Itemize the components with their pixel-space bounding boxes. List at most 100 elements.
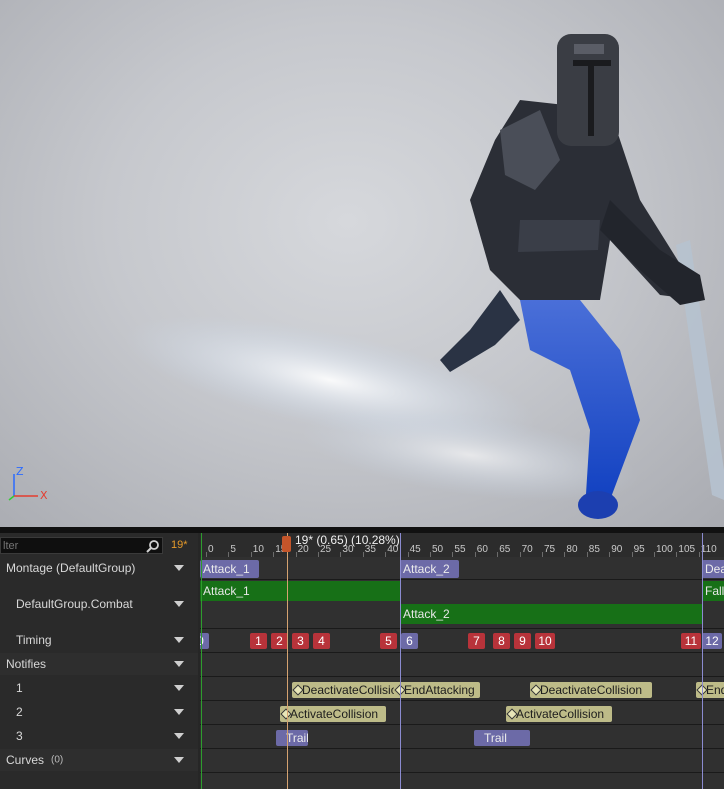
ruler-tick-label: 65: [499, 544, 511, 555]
notify-label: ActivateCollision: [290, 707, 379, 721]
ruler-tick: [631, 552, 633, 557]
ruler-tick-label: 80: [566, 544, 578, 555]
notify-activate-collision[interactable]: ActivateCollision: [506, 706, 612, 722]
timing-marker[interactable]: 5: [380, 633, 397, 649]
timing-marker[interactable]: 9: [514, 633, 531, 649]
search-icon[interactable]: [146, 539, 160, 553]
timing-marker[interactable]: 6: [401, 633, 418, 649]
ruler-tick-label: 70: [521, 544, 533, 555]
ruler-tick-label: 85: [588, 544, 600, 555]
notify-state-trail[interactable]: Trail: [474, 730, 530, 746]
timeline-tracks[interactable]: 0 5 10 15 20 25 30 35 40 45 50 55 60 65 70 75 80 85 90 95 10…: [200, 533, 724, 789]
axis-x-label: X: [40, 489, 48, 502]
section-boundary-line: [702, 533, 703, 789]
row-curves[interactable]: Curves (0): [0, 749, 198, 771]
row-timing[interactable]: Timing: [0, 629, 198, 651]
montage-section[interactable]: Dea: [702, 560, 724, 578]
slot-segment[interactable]: Fall: [702, 581, 724, 601]
chevron-down-icon[interactable]: [174, 709, 184, 715]
row-curves-label: Curves: [6, 753, 45, 767]
ruler-tick: [497, 552, 499, 557]
row-divider: [200, 628, 724, 629]
row-notifies[interactable]: Notifies: [0, 653, 198, 675]
chevron-down-icon[interactable]: [174, 757, 184, 763]
timing-marker[interactable]: 2: [271, 633, 288, 649]
notify-label: Trail: [286, 731, 308, 745]
row-notify-track-1[interactable]: 1: [0, 677, 198, 699]
chevron-down-icon[interactable]: [174, 565, 184, 571]
ruler-tick-label: 10: [252, 544, 264, 555]
knight-character-render: [124, 34, 724, 519]
ruler-tick: [654, 552, 655, 557]
row-divider: [200, 579, 724, 580]
row-timing-label: Timing: [16, 633, 52, 647]
chevron-down-icon[interactable]: [174, 661, 184, 667]
timing-marker[interactable]: 12: [702, 633, 722, 649]
notify-state-trail[interactable]: Trail: [276, 730, 308, 746]
timing-marker[interactable]: 3: [292, 633, 309, 649]
time-ruler[interactable]: 0 5 10 15 20 25 30 35 40 45 50 55 60 65 70 75 80 85 90 95 10…: [200, 533, 724, 557]
ruler-tick-label: 60: [476, 544, 488, 555]
ruler-tick: [609, 552, 611, 557]
timing-marker[interactable]: 10: [535, 633, 555, 649]
chevron-down-icon[interactable]: [174, 601, 184, 607]
scrubber-handle[interactable]: [282, 536, 291, 552]
row-notify-track-2[interactable]: 2: [0, 701, 198, 723]
ruler-tick: [676, 552, 678, 557]
notify-end-attacking[interactable]: EndAttacking: [696, 682, 724, 698]
row-montage[interactable]: Montage (DefaultGroup): [0, 557, 198, 579]
ruler-tick: [542, 552, 543, 557]
chevron-down-icon[interactable]: [174, 685, 184, 691]
row-montage-label: Montage (DefaultGroup): [6, 561, 136, 575]
montage-section[interactable]: Attack_1: [200, 560, 259, 578]
row-slot[interactable]: DefaultGroup.Combat: [0, 580, 198, 628]
ruler-tick-label: 75: [544, 544, 556, 555]
ruler-tick-label: 105: [678, 544, 696, 555]
timing-marker[interactable]: 4: [313, 633, 330, 649]
viewport[interactable]: Z X: [0, 0, 724, 527]
ruler-tick: [474, 552, 476, 557]
ruler-tick: [564, 552, 566, 557]
ruler-tick: [586, 552, 588, 557]
frame-counter: 19*: [171, 539, 188, 551]
ruler-tick: [295, 552, 297, 557]
timing-marker[interactable]: 11: [681, 633, 701, 649]
timing-marker[interactable]: 8: [493, 633, 510, 649]
notify-track-3-label: 3: [16, 729, 23, 743]
timing-marker[interactable]: 1: [250, 633, 267, 649]
filter-input[interactable]: [1, 538, 143, 553]
slot-segment[interactable]: Attack_1: [200, 581, 400, 601]
notify-track-2-label: 2: [16, 705, 23, 719]
scrubber-position-label: 19* (0.65) (10.28%): [295, 533, 400, 547]
notify-label: Trail: [484, 731, 507, 745]
notify-deactivate-collision[interactable]: DeactivateCollision: [292, 682, 398, 698]
notify-label: ActivateCollision: [516, 707, 605, 721]
ruler-tick-label: 90: [611, 544, 623, 555]
ruler-tick: [430, 552, 431, 557]
row-divider: [200, 652, 724, 653]
scrubber-line: [287, 533, 288, 789]
ruler-tick-label: 0: [208, 544, 214, 555]
row-divider: [200, 724, 724, 725]
ruler-tick: [698, 552, 700, 557]
chevron-down-icon[interactable]: [174, 637, 184, 643]
notify-label: EndAttacking: [404, 683, 475, 697]
ruler-tick: [407, 552, 409, 557]
row-notify-track-3[interactable]: 3: [0, 725, 198, 747]
row-divider: [200, 676, 724, 677]
ruler-tick-label: 50: [432, 544, 444, 555]
timing-marker[interactable]: 7: [468, 633, 485, 649]
notify-activate-collision[interactable]: ActivateCollision: [280, 706, 386, 722]
section-boundary-line: [400, 533, 401, 789]
slot-segment[interactable]: Attack_2: [400, 604, 702, 624]
montage-section[interactable]: Attack_2: [400, 560, 459, 578]
notify-label: EndAttacking: [706, 683, 724, 697]
filter-box[interactable]: [0, 537, 163, 554]
notify-label: DeactivateCollision: [540, 683, 643, 697]
montage-timeline-panel: 19* Montage (DefaultGroup) DefaultGroup.…: [0, 533, 724, 789]
row-divider: [200, 700, 724, 701]
notify-end-attacking[interactable]: EndAttacking: [394, 682, 480, 698]
chevron-down-icon[interactable]: [174, 733, 184, 739]
ruler-tick: [452, 552, 454, 557]
notify-deactivate-collision[interactable]: DeactivateCollision: [530, 682, 652, 698]
